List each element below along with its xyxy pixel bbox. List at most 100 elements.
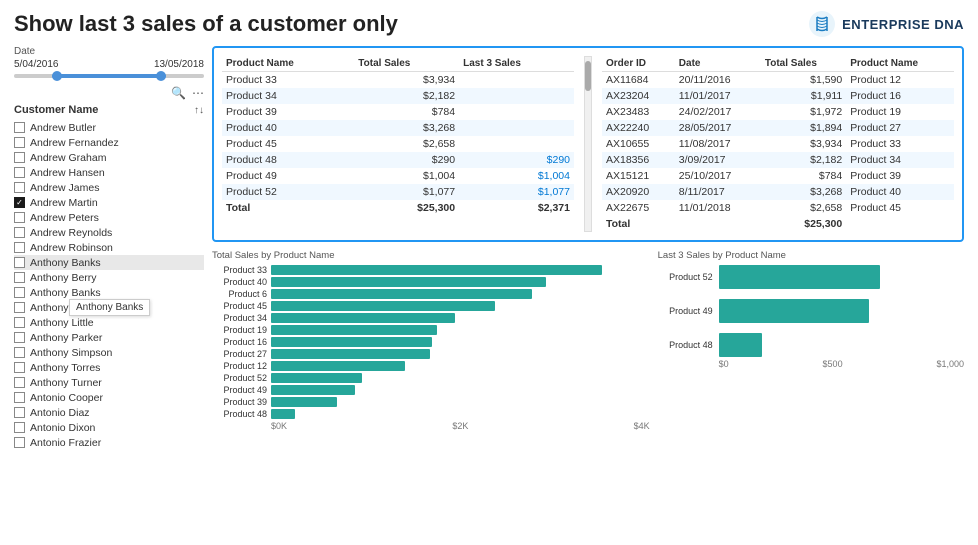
checkbox[interactable] xyxy=(14,362,25,373)
table-row: AX1512125/10/2017$784Product 39 xyxy=(602,168,954,184)
checkbox[interactable] xyxy=(14,182,25,193)
table-cell: $1,004 xyxy=(354,168,459,184)
customer-list: Andrew ButlerAndrew FernandezAndrew Grah… xyxy=(14,120,204,450)
table-cell: Product 27 xyxy=(846,120,954,136)
checkbox[interactable] xyxy=(14,272,25,283)
checkbox[interactable] xyxy=(14,167,25,178)
list-item[interactable]: Andrew Robinson xyxy=(14,240,204,255)
settings-icon[interactable]: ⋯ xyxy=(192,86,204,100)
checkbox[interactable] xyxy=(14,332,25,343)
x-axis-label: $0K xyxy=(271,421,287,431)
bar-fill xyxy=(719,299,870,323)
bar-fill xyxy=(271,265,602,275)
table-cell: AX23204 xyxy=(602,88,675,104)
list-item[interactable]: Andrew Hansen xyxy=(14,165,204,180)
checkbox[interactable] xyxy=(14,347,25,358)
table-cell: 28/05/2017 xyxy=(675,120,761,136)
list-item[interactable]: Andrew Reynolds xyxy=(14,225,204,240)
customer-name-label: Customer Name xyxy=(14,104,98,116)
date-slider[interactable] xyxy=(14,74,204,78)
list-item[interactable]: Andrew James xyxy=(14,180,204,195)
table-cell: $3,268 xyxy=(354,120,459,136)
list-item[interactable]: Anthony Banks xyxy=(14,255,204,270)
x-axis-label: $500 xyxy=(823,359,843,369)
page-title: Show last 3 sales of a customer only xyxy=(14,11,398,37)
table-cell: Product 34 xyxy=(222,88,354,104)
bar-track xyxy=(271,337,650,347)
checkbox[interactable] xyxy=(14,122,25,133)
customer-name: Anthony Little xyxy=(30,317,94,329)
left-bar-chart: Product 33Product 40Product 6Product 45P… xyxy=(212,265,650,419)
table-cell: $2,182 xyxy=(354,88,459,104)
checkbox[interactable] xyxy=(14,242,25,253)
checkbox[interactable] xyxy=(14,422,25,433)
bar-track xyxy=(271,277,650,287)
customer-name: Anthony Parker xyxy=(30,332,102,344)
bar-row: Product 6 xyxy=(212,289,650,299)
list-item[interactable]: Andrew Peters xyxy=(14,210,204,225)
checkbox[interactable] xyxy=(14,197,25,208)
search-icon[interactable]: 🔍 xyxy=(171,86,186,100)
checkbox[interactable] xyxy=(14,392,25,403)
sort-icon[interactable]: ↑↓ xyxy=(194,105,204,116)
customer-name: Anthony Berry xyxy=(30,272,97,284)
bar-fill xyxy=(719,265,881,289)
list-item[interactable]: Antonio Dixon xyxy=(14,420,204,435)
checkbox[interactable] xyxy=(14,227,25,238)
list-item[interactable]: Anthony Little xyxy=(14,315,204,330)
checkbox[interactable] xyxy=(14,437,25,448)
list-item[interactable]: Anthony Parker xyxy=(14,330,204,345)
table-cell: $784 xyxy=(354,104,459,120)
bar-track xyxy=(271,265,650,275)
checkbox[interactable] xyxy=(14,257,25,268)
checkbox[interactable] xyxy=(14,407,25,418)
list-item[interactable]: Antonio Frazier xyxy=(14,435,204,450)
checkbox[interactable] xyxy=(14,302,25,313)
table-cell: $1,077 xyxy=(459,184,574,200)
bar-fill xyxy=(271,349,430,359)
table-cell: Product 45 xyxy=(846,200,954,216)
list-item[interactable]: Antonio Diaz xyxy=(14,405,204,420)
filter-icons: 🔍 ⋯ xyxy=(14,86,204,100)
list-item[interactable]: Andrew Graham xyxy=(14,150,204,165)
table-cell: AX18356 xyxy=(602,152,675,168)
table-row: AX1065511/08/2017$3,934Product 33 xyxy=(602,136,954,152)
scroll-bar[interactable] xyxy=(584,56,592,232)
date-section: Date 5/04/2016 13/05/2018 xyxy=(14,46,204,78)
bar-fill xyxy=(271,397,337,407)
column-header: Date xyxy=(675,56,761,72)
table-row: Product 34$2,182 xyxy=(222,88,574,104)
bar-fill xyxy=(271,337,432,347)
list-item[interactable]: Andrew Butler xyxy=(14,120,204,135)
table-cell: Product 40 xyxy=(846,184,954,200)
list-item[interactable]: Antonio Cooper xyxy=(14,390,204,405)
customer-name: Anthony Simpson xyxy=(30,347,112,359)
bar-track xyxy=(719,333,899,357)
list-item[interactable]: Anthony Simpson xyxy=(14,345,204,360)
checkbox[interactable] xyxy=(14,287,25,298)
checkbox[interactable] xyxy=(14,152,25,163)
checkbox[interactable] xyxy=(14,212,25,223)
list-item[interactable]: Anthony BanksAnthony Banks xyxy=(14,285,204,300)
column-header: Product Name xyxy=(222,56,354,72)
bar-track xyxy=(271,397,650,407)
table-row: Product 33$3,934 xyxy=(222,72,574,89)
checkbox[interactable] xyxy=(14,377,25,388)
bar-row: Product 40 xyxy=(212,277,650,287)
bar-label: Product 52 xyxy=(658,272,713,282)
left-table-section: Product NameTotal SalesLast 3 SalesProdu… xyxy=(222,56,574,232)
list-item[interactable]: Andrew Martin xyxy=(14,195,204,210)
checkbox[interactable] xyxy=(14,137,25,148)
total-cell: $25,300 xyxy=(354,200,459,216)
center-content: Product NameTotal SalesLast 3 SalesProdu… xyxy=(212,46,964,450)
right-bar-chart: Product 52Product 49Product 48 xyxy=(658,265,964,357)
checkbox[interactable] xyxy=(14,317,25,328)
list-item[interactable]: Anthony Turner xyxy=(14,375,204,390)
table-row: AX2224028/05/2017$1,894Product 27 xyxy=(602,120,954,136)
list-item[interactable]: Anthony Torres xyxy=(14,360,204,375)
list-item[interactable]: Andrew Fernandez xyxy=(14,135,204,150)
table-cell: $1,077 xyxy=(354,184,459,200)
bar-row: Product 16 xyxy=(212,337,650,347)
table-row: AX183563/09/2017$2,182Product 34 xyxy=(602,152,954,168)
list-item[interactable]: Anthony Berry xyxy=(14,270,204,285)
